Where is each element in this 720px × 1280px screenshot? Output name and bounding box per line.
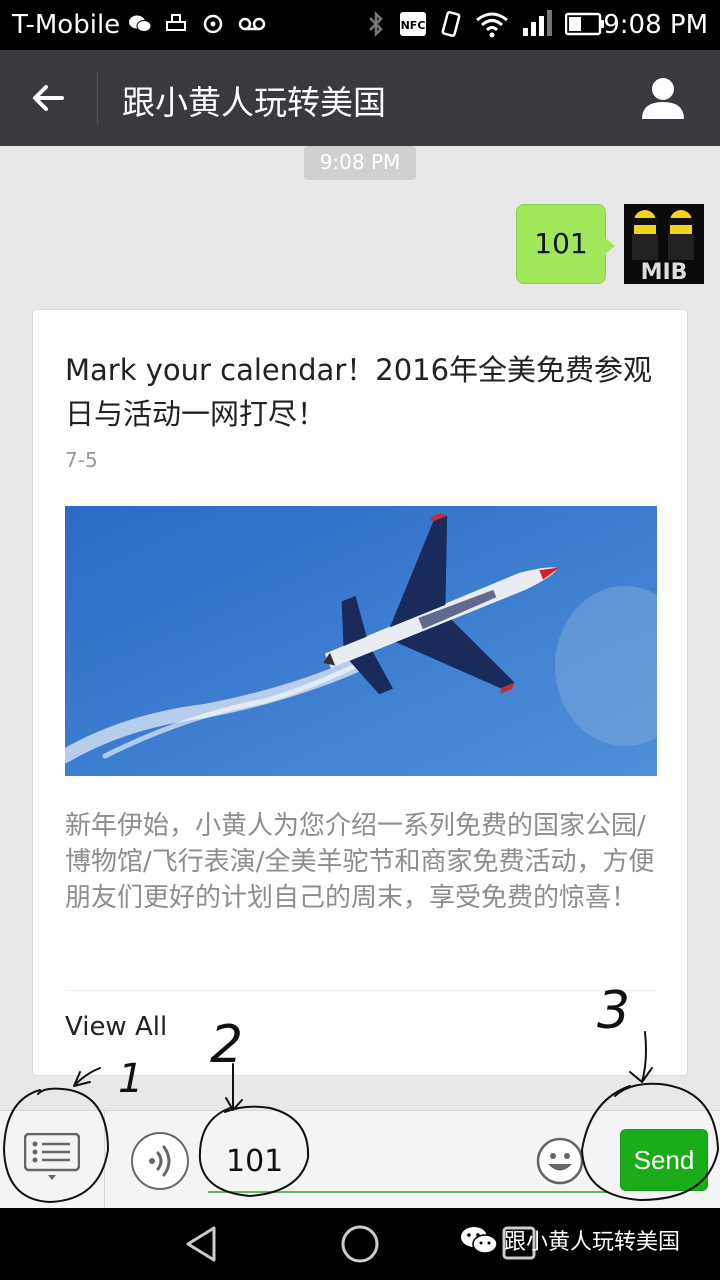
list-menu-icon[interactable] (24, 1133, 80, 1181)
header-divider (97, 72, 98, 124)
svg-text:NFC: NFC (401, 19, 426, 32)
article-title[interactable]: Mark your calendar！2016年全美免费参观日与活动一网打尽！ (65, 348, 665, 436)
sent-message-bubble[interactable]: 101 (516, 204, 606, 284)
watermark-text: 跟小黄人玩转美国 (504, 1230, 681, 1255)
avatar[interactable]: MIB (624, 204, 704, 284)
emoji-icon[interactable] (536, 1137, 584, 1185)
article-card[interactable]: Mark your calendar！2016年全美免费参观日与活动一网打尽！ … (32, 309, 688, 1076)
nav-home-icon[interactable] (340, 1224, 380, 1264)
article-description: 新年伊始，小黄人为您介绍一系列免费的国家公园/博物馆/飞行表演/全美羊驼节和商家… (65, 811, 655, 913)
view-all-link[interactable]: View All (65, 1012, 167, 1042)
vibrate-icon (441, 11, 461, 37)
message-timestamp: 9:08 PM (304, 146, 416, 180)
avatar-label: MIB (641, 260, 688, 284)
voice-icon[interactable] (130, 1131, 190, 1191)
system-icons: NFC (365, 10, 605, 38)
person-icon[interactable] (640, 76, 686, 120)
battery-icon (565, 12, 604, 36)
send-button[interactable]: Send (620, 1129, 708, 1191)
chat-header: 跟小黄人玩转美国 (0, 50, 720, 146)
input-bar-divider (104, 1111, 105, 1209)
fighter-jet-photo[interactable] (65, 506, 657, 776)
bluetooth-icon (369, 10, 383, 38)
article-date: 7-5 (65, 448, 98, 472)
carrier-label: T-Mobile (12, 10, 121, 40)
minion-avatar-icon: MIB (624, 204, 704, 284)
print-icon (166, 14, 186, 31)
sync-icon (203, 14, 223, 34)
wifi-icon (476, 12, 508, 38)
signal-icon (523, 10, 552, 36)
clock: 9:08 PM (603, 10, 708, 40)
status-bar: T-Mobile NFC 9:08 PM (0, 0, 720, 50)
nav-back-icon[interactable] (180, 1224, 224, 1264)
bubble-tail (603, 236, 615, 256)
back-arrow-icon[interactable] (28, 78, 68, 118)
wechat-logo-icon (461, 1227, 498, 1254)
notification-icons (128, 12, 266, 36)
nfc-icon: NFC (400, 12, 426, 36)
chat-area: 9:08 PM 101 MIB Mark your calendar！2016年… (0, 146, 720, 1110)
card-divider (65, 990, 657, 991)
watermark: 跟小黄人玩转美国 (460, 1224, 680, 1256)
wechat-icon (129, 15, 152, 32)
chat-title: 跟小黄人玩转美国 (122, 83, 386, 122)
input-bar: Send (0, 1110, 720, 1209)
voicemail-icon (238, 17, 266, 31)
